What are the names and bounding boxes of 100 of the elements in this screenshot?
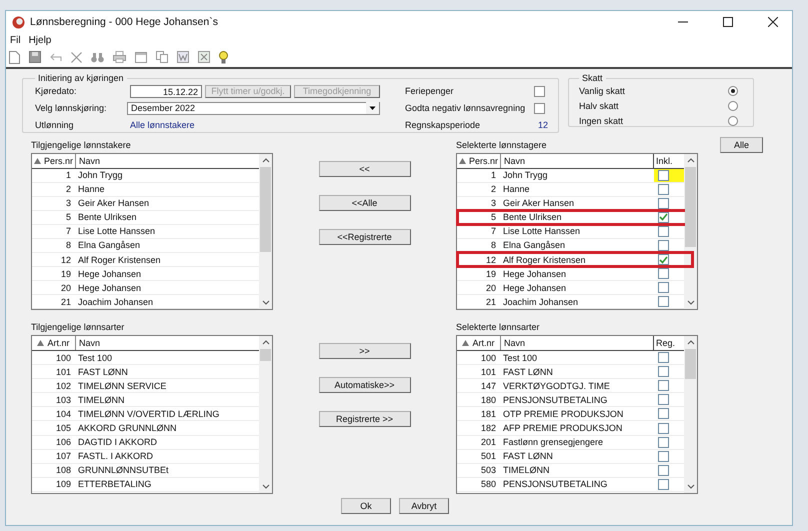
table-cell-text: FAST LØNN: [502, 366, 554, 377]
table-cell-text: John Trygg: [502, 170, 549, 180]
radio-button[interactable]: [728, 100, 738, 110]
checkbox[interactable]: [658, 282, 669, 294]
checkbox[interactable]: [658, 380, 669, 392]
menu-item[interactable]: Fil: [10, 34, 21, 46]
checkbox[interactable]: [658, 198, 669, 209]
scrollbar[interactable]: [259, 336, 272, 493]
column-header[interactable]: Art.nr: [32, 336, 76, 350]
column-header[interactable]: Art.nr: [457, 336, 501, 350]
table-cell-text: 3: [64, 198, 72, 208]
checkbox[interactable]: [658, 464, 669, 476]
column-header-label: Art.nr: [472, 338, 494, 348]
checkbox[interactable]: [658, 436, 669, 448]
scrollbar[interactable]: [259, 154, 272, 309]
lightbulb-icon[interactable]: [219, 50, 228, 64]
scroll-up-icon[interactable]: [686, 158, 694, 163]
save-icon[interactable]: [29, 51, 41, 63]
checkbox[interactable]: [658, 254, 669, 265]
new-document-icon[interactable]: [9, 50, 20, 64]
column-header[interactable]: Navn: [76, 336, 259, 350]
checkbox[interactable]: [658, 296, 669, 308]
select-all-button[interactable]: Alle: [720, 137, 763, 153]
table-cell-text: Hege Johansen: [77, 282, 142, 293]
scrollbar[interactable]: [684, 154, 697, 309]
checkbox[interactable]: [534, 86, 545, 96]
radio-label: Ingen skatt: [579, 116, 624, 126]
scroll-down-icon[interactable]: [686, 484, 694, 489]
checkbox[interactable]: [658, 478, 669, 490]
checkbox[interactable]: [658, 212, 669, 223]
document-icon[interactable]: [177, 51, 189, 63]
radio-button[interactable]: [728, 86, 738, 96]
date-field[interactable]: 15.12.22: [130, 84, 202, 98]
table-cell-text: Alf Roger Kristensen: [77, 254, 162, 264]
undo-icon[interactable]: [50, 52, 62, 62]
checkbox[interactable]: [658, 408, 669, 420]
scroll-down-icon[interactable]: [686, 300, 694, 305]
transfer-button[interactable]: <<Registrerte: [318, 229, 410, 245]
table-cell-text: ETTERBETALING: [77, 479, 152, 490]
dialog-button[interactable]: Avbryt: [399, 498, 449, 514]
checkbox[interactable]: [658, 170, 669, 181]
checkbox[interactable]: [658, 240, 669, 251]
field-value: 12: [538, 120, 548, 130]
checkbox[interactable]: [534, 102, 545, 114]
scroll-thumb[interactable]: [685, 167, 696, 247]
field-value: Alle lønnstakere: [130, 120, 195, 130]
transfer-button[interactable]: <<: [318, 161, 410, 177]
table-cell-text: PENSJONSUTBETALING: [502, 479, 608, 490]
table-cell-text: TIMELØNN: [77, 394, 126, 405]
scrollbar[interactable]: [684, 336, 697, 493]
table-cell-text: 12: [60, 254, 72, 264]
checkbox[interactable]: [658, 450, 669, 462]
checkbox[interactable]: [658, 184, 669, 195]
scroll-down-icon[interactable]: [262, 300, 270, 305]
column-header[interactable]: Navn: [501, 336, 654, 350]
transfer-button[interactable]: <<Alle: [318, 195, 410, 211]
sort-icon: [37, 340, 44, 346]
checkbox[interactable]: [658, 422, 669, 434]
table-cell-text: 19: [484, 268, 497, 279]
checkbox[interactable]: [658, 352, 669, 364]
scroll-thumb[interactable]: [260, 167, 271, 252]
checkbox[interactable]: [658, 366, 669, 378]
field-label: Utlønning: [35, 120, 75, 130]
table-cell-text: 201: [480, 437, 497, 448]
dropdown[interactable]: Desember 2022: [127, 102, 380, 114]
column-header[interactable]: Navn: [501, 154, 654, 168]
maximize-icon[interactable]: [723, 17, 733, 27]
checkbox[interactable]: [658, 268, 669, 280]
scroll-up-icon[interactable]: [262, 158, 270, 163]
column-header[interactable]: Pers.nr: [457, 154, 501, 168]
scroll-thumb[interactable]: [685, 349, 696, 379]
transfer-button[interactable]: Registrerte >>: [318, 411, 410, 427]
printer-icon[interactable]: [113, 51, 126, 63]
checkbox[interactable]: [658, 226, 669, 237]
column-header[interactable]: Pers.nr: [32, 154, 76, 168]
copy-icon[interactable]: [156, 51, 168, 63]
checkbox[interactable]: [658, 394, 669, 406]
table-cell-text: 107: [54, 451, 72, 462]
scroll-thumb[interactable]: [260, 349, 271, 361]
column-header[interactable]: Reg.: [654, 336, 684, 350]
dialog-button[interactable]: Ok: [341, 498, 391, 514]
scroll-up-icon[interactable]: [686, 340, 694, 345]
column-header[interactable]: Inkl.: [654, 154, 684, 168]
radio-button[interactable]: [728, 116, 738, 126]
window-icon[interactable]: [135, 52, 147, 62]
table-cell-text: Alf Roger Kristensen: [502, 254, 587, 264]
scroll-up-icon[interactable]: [262, 340, 270, 345]
table-cell-text: OTP PREMIE PRODUKSJON: [502, 408, 624, 419]
table-cell-text: Joachim Johansen: [502, 296, 580, 307]
menu-item[interactable]: Hjelp: [28, 34, 52, 46]
binoculars-icon[interactable]: [91, 52, 104, 62]
transfer-button[interactable]: >>: [318, 343, 410, 359]
column-header[interactable]: Navn: [76, 154, 259, 168]
transfer-button[interactable]: Automatiske>>: [318, 377, 410, 393]
delete-icon[interactable]: [71, 52, 82, 62]
scroll-down-icon[interactable]: [262, 484, 270, 489]
spreadsheet-icon[interactable]: [198, 51, 210, 63]
table-cell-text: 12: [484, 254, 497, 264]
close-icon[interactable]: [768, 17, 778, 27]
field-label: Regnskapsperiode: [405, 120, 480, 130]
